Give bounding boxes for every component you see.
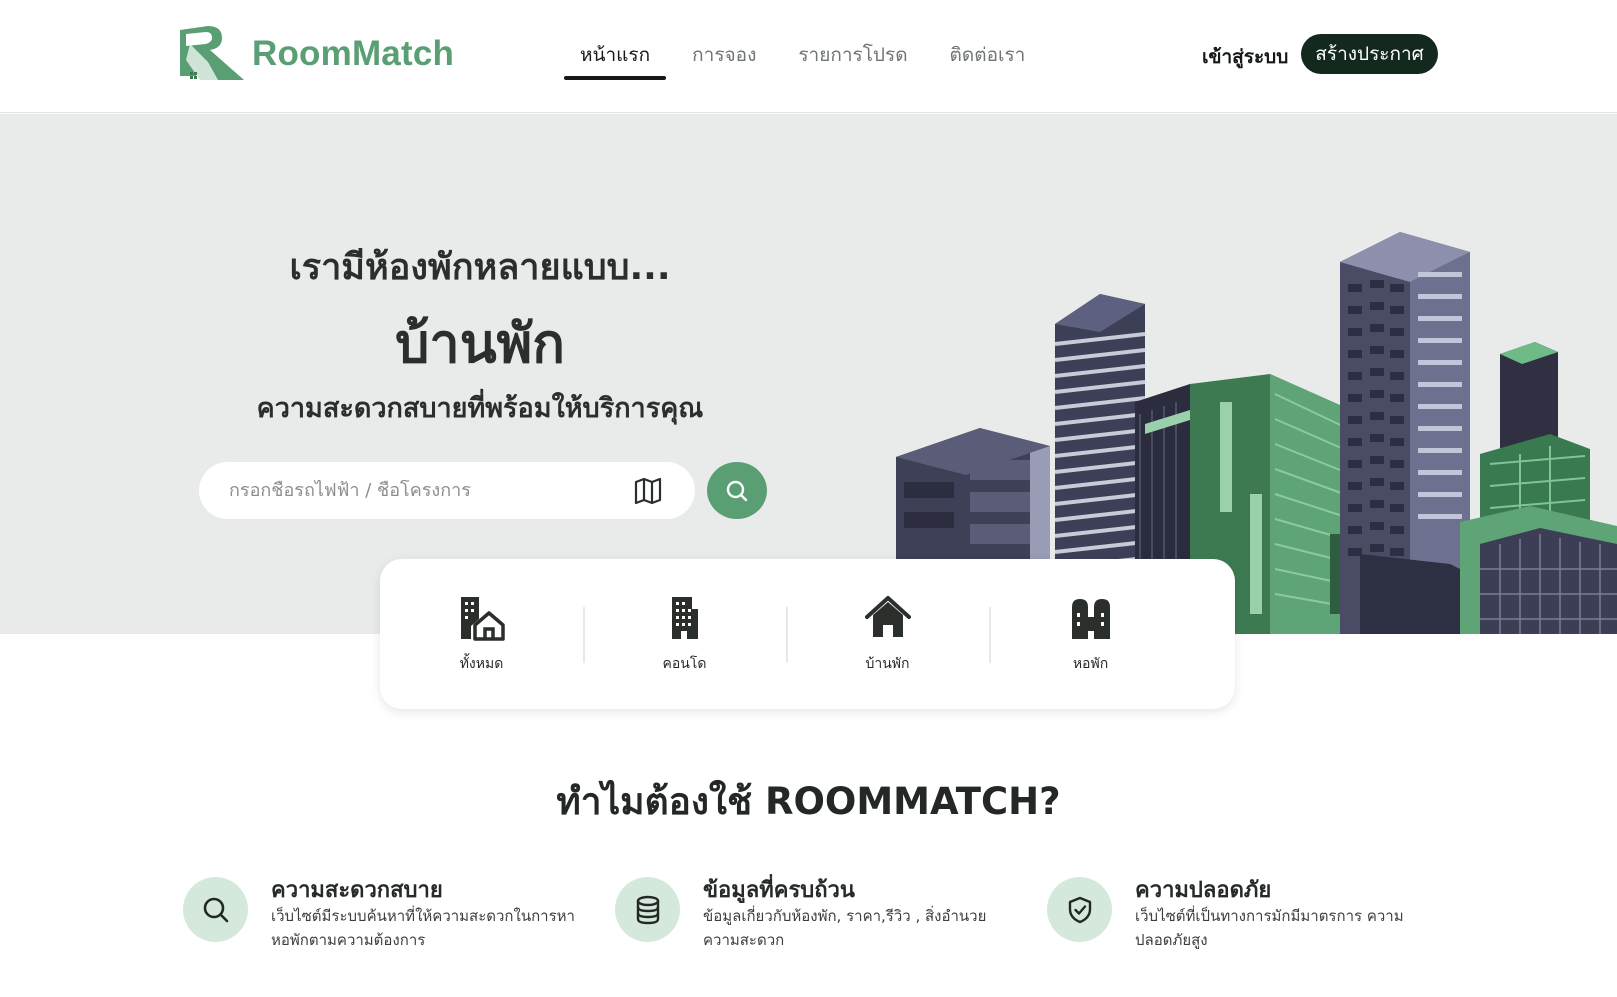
- feature-icon-badge: [183, 877, 248, 942]
- category-house[interactable]: บ้านพัก: [786, 559, 989, 709]
- category-selector: ทั้งหมด คอนโด บ้านพัก หอพัก: [380, 559, 1235, 709]
- roommatch-logo-icon: [180, 26, 244, 80]
- brand-logo[interactable]: RoomMatch: [178, 24, 454, 84]
- why-section-title: ทำไมต้องใช้ ROOMMATCH?: [556, 780, 1061, 823]
- category-all[interactable]: ทั้งหมด: [380, 559, 583, 709]
- category-label: หอพัก: [1072, 656, 1109, 672]
- map-icon[interactable]: [633, 476, 663, 506]
- login-link[interactable]: เข้าสู่ระบบ: [1202, 42, 1288, 72]
- category-label: บ้านพัก: [865, 656, 910, 672]
- feature-safety: ความปลอดภัย เว็บไซต์ที่เป็นทางการมักมีมา…: [1047, 872, 1447, 952]
- search-icon: [726, 480, 748, 501]
- nav-favorites[interactable]: รายการโปรด: [798, 38, 907, 80]
- database-icon: [636, 895, 659, 924]
- search-icon: [203, 897, 228, 922]
- nav-home[interactable]: หน้าแรก: [563, 38, 667, 80]
- hero-tagline: เรามีห้องพักหลายแบบ...: [289, 247, 671, 288]
- feature-description: เว็บไซต์ที่เป็นทางการมักมีมาตรการ ความปล…: [1135, 907, 1404, 949]
- top-navbar: RoomMatch หน้าแรก การจอง รายการโปรด ติดต…: [0, 0, 1617, 113]
- category-condo[interactable]: คอนโด: [583, 559, 786, 709]
- feature-convenience: ความสะดวกสบาย เว็บไซต์มีระบบค้นหาที่ให้ค…: [183, 872, 583, 952]
- shield-check-icon: [1068, 896, 1091, 923]
- feature-description: ข้อมูลเกี่ยวกับห้องพัก, ราคา,รีวิว , สิ่…: [703, 907, 987, 949]
- category-label: ทั้งหมด: [459, 656, 504, 672]
- main-menu: หน้าแรก การจอง รายการโปรด ติดต่อเรา: [563, 38, 1067, 80]
- feature-description: เว็บไซต์มีระบบค้นหาที่ให้ความสะดวกในการห…: [271, 907, 575, 949]
- condo-icon: [671, 597, 698, 639]
- brand-name: RoomMatch: [252, 34, 455, 73]
- category-dormitory[interactable]: หอพัก: [989, 559, 1192, 709]
- feature-title: ความปลอดภัย: [1135, 878, 1272, 903]
- nav-contact[interactable]: ติดต่อเรา: [950, 38, 1026, 80]
- dormitory-icon: [1071, 599, 1110, 639]
- feature-title: ข้อมูลที่ครบถ้วน: [703, 878, 855, 903]
- hero-section: เรามีห้องพักหลายแบบ... บ้านพัก ความสะดวก…: [0, 114, 1617, 634]
- feature-icon-badge: [1047, 877, 1112, 942]
- hero-room-type: บ้านพัก: [395, 312, 565, 375]
- create-post-button[interactable]: สร้างประกาศ: [1301, 34, 1438, 74]
- category-label: คอนโด: [662, 656, 707, 672]
- house-icon: [864, 596, 911, 637]
- search-input[interactable]: [229, 480, 609, 501]
- feature-title: ความสะดวกสบาย: [271, 878, 443, 903]
- feature-icon-badge: [615, 877, 680, 942]
- search-bar: [199, 462, 695, 519]
- building-house-icon: [460, 597, 505, 641]
- feature-complete-info: ข้อมูลที่ครบถ้วน ข้อมูลเกี่ยวกับห้องพัก,…: [615, 872, 1015, 952]
- nav-bookings[interactable]: การจอง: [692, 38, 756, 80]
- search-button[interactable]: [707, 462, 767, 519]
- hero-subtitle: ความสะดวกสบายที่พร้อมให้บริการคุณ: [256, 393, 704, 424]
